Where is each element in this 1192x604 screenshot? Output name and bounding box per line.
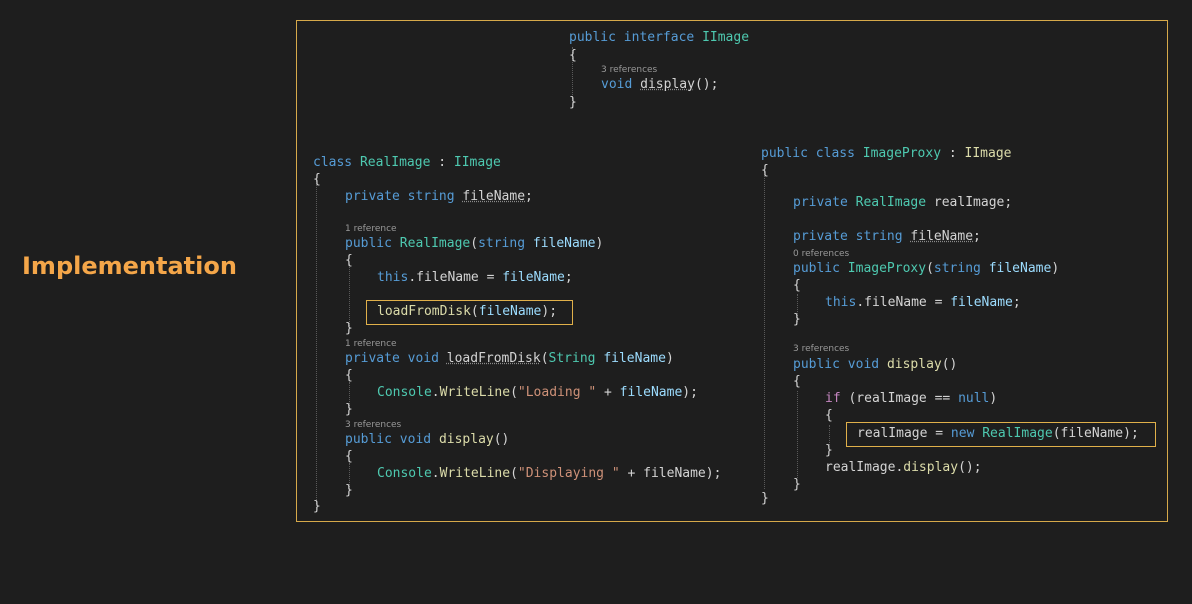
- console-writeline-loading: Console.WriteLine("Loading " + fileName)…: [377, 385, 698, 400]
- display-method-signature: void display();: [601, 77, 719, 92]
- references-codelens[interactable]: 0 references: [793, 249, 849, 259]
- realimage-class-block: class RealImage : IImage { private strin…: [313, 154, 743, 519]
- close-brace: }: [345, 402, 353, 417]
- filename-field: private string fileName;: [793, 229, 981, 244]
- imageproxy-class-block: public class ImageProxy : IImage { priva…: [761, 145, 1161, 515]
- close-brace: }: [761, 491, 769, 506]
- close-brace: }: [793, 312, 801, 327]
- iimage-interface-block: public interface IImage { 3 references v…: [569, 29, 769, 113]
- close-brace: }: [825, 443, 833, 458]
- close-brace: }: [793, 477, 801, 492]
- open-brace: {: [345, 253, 353, 268]
- indent-guide: [797, 391, 798, 478]
- indent-guide: [316, 180, 317, 508]
- class-declaration: public class ImageProxy : IImage: [761, 146, 1012, 161]
- references-codelens[interactable]: 3 references: [793, 344, 849, 354]
- create-realimage-statement: realImage = new RealImage(fileName);: [857, 426, 1139, 441]
- slide-title: Implementation: [22, 252, 237, 280]
- display-method-signature: public void display(): [345, 432, 510, 447]
- close-brace: }: [345, 483, 353, 498]
- references-codelens[interactable]: 3 references: [345, 420, 401, 430]
- constructor-signature: public ImageProxy(string fileName): [793, 261, 1060, 276]
- references-codelens[interactable]: 1 reference: [345, 224, 397, 234]
- open-brace: {: [345, 368, 353, 383]
- open-brace: {: [569, 48, 577, 63]
- open-brace: {: [793, 278, 801, 293]
- close-brace: }: [569, 95, 577, 110]
- indent-guide: [349, 264, 350, 328]
- assign-statement: this.fileName = fileName;: [377, 270, 573, 285]
- load-from-disk-call: loadFromDisk(fileName);: [377, 304, 558, 319]
- constructor-signature: public RealImage(string fileName): [345, 236, 604, 251]
- close-brace: }: [313, 499, 321, 514]
- if-null-check: if (realImage == null): [825, 391, 998, 406]
- open-brace: {: [761, 163, 769, 178]
- realimage-display-call: realImage.display();: [825, 460, 982, 475]
- open-brace: {: [825, 408, 833, 423]
- open-brace: {: [793, 374, 801, 389]
- load-from-disk-signature: private void loadFromDisk(String fileNam…: [345, 351, 674, 366]
- console-writeline-displaying: Console.WriteLine("Displaying " + fileNa…: [377, 466, 722, 481]
- indent-guide: [764, 171, 765, 489]
- interface-declaration: public interface IImage: [569, 30, 750, 45]
- open-brace: {: [345, 449, 353, 464]
- filename-field: private string fileName;: [345, 189, 533, 204]
- references-codelens[interactable]: 1 reference: [345, 339, 397, 349]
- open-brace: {: [313, 172, 321, 187]
- display-method-signature: public void display(): [793, 357, 958, 372]
- assign-statement: this.fileName = fileName;: [825, 295, 1021, 310]
- close-brace: }: [345, 321, 353, 336]
- class-declaration: class RealImage : IImage: [313, 155, 501, 170]
- realimage-field: private RealImage realImage;: [793, 195, 1013, 210]
- references-codelens[interactable]: 3 references: [601, 65, 657, 75]
